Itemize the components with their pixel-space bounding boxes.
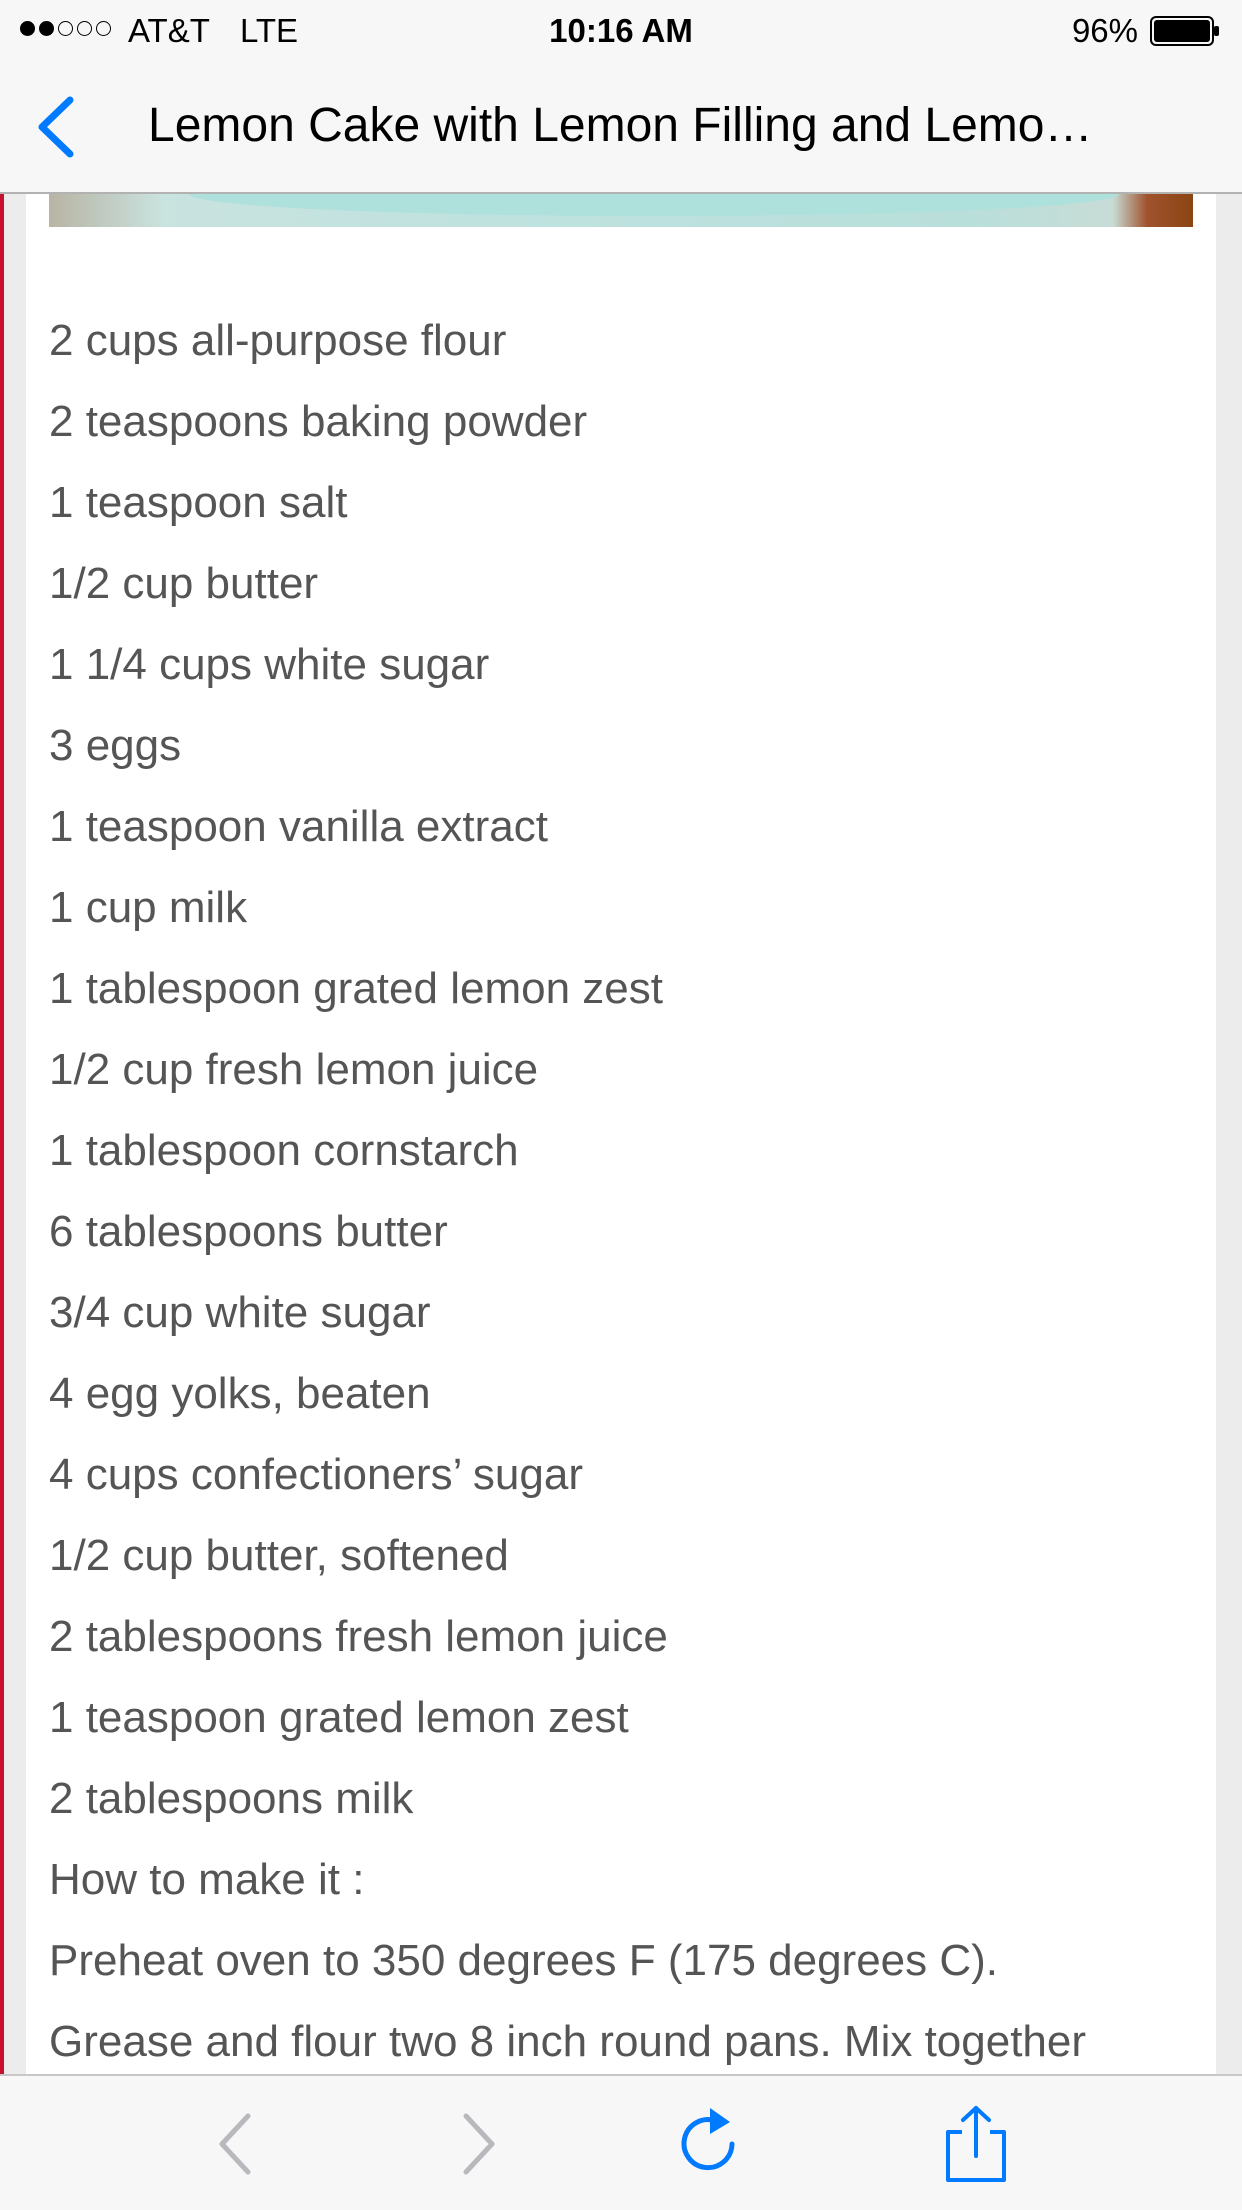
web-content[interactable]: 2 cups all-purpose flour 2 teaspoons bak… [0,194,1242,2074]
page-margin-left [4,194,26,2074]
page-margin-right [1216,194,1242,2074]
ingredient-line: 2 teaspoons baking powder [49,397,588,446]
ingredient-line: 1 teaspoon grated lemon zest [49,1693,629,1742]
page-title: Lemon Cake with Lemon Filling and Lemo… [148,99,1093,152]
chevron-left-icon[interactable] [28,92,88,162]
ingredient-line: 1 teaspoon vanilla extract [49,802,548,851]
ingredient-line: 1/2 cup butter [49,559,319,608]
ingredient-line: 4 cups confectioners’ sugar [49,1450,583,1499]
ingredient-line: 3 eggs [49,721,182,770]
navigation-bar: Lemon Cake with Lemon Filling and Lemo… [0,62,1242,194]
status-time: 10:16 AM [549,12,693,49]
ingredient-line: 2 cups all-purpose flour [49,316,507,365]
ingredient-line: 1 teaspoon salt [49,478,348,527]
ingredient-line: 6 tablespoons butter [49,1207,448,1256]
forward-arrow-icon[interactable] [436,2104,516,2184]
ingredient-line: 1 cup milk [49,883,248,932]
reload-icon[interactable] [670,2104,750,2184]
browser-toolbar [0,2074,1242,2210]
ingredient-line: 1/2 cup fresh lemon juice [49,1045,539,1094]
battery-percentage: 96% [1071,12,1138,49]
back-arrow-icon[interactable] [198,2104,278,2184]
ingredient-line: 1 1/4 cups white sugar [49,640,490,689]
ingredient-line: 3/4 cup white sugar [49,1288,431,1337]
instructions-heading: How to make it : [49,1855,365,1904]
instruction-line: Preheat oven to 350 degrees F (175 degre… [49,1936,999,1985]
share-icon[interactable] [936,2104,1016,2184]
ingredient-line: 1 tablespoon grated lemon zest [49,964,663,1013]
ingredient-line: 1/2 cup butter, softened [49,1531,509,1580]
instruction-line: Grease and flour two 8 inch round pans. … [49,2017,1087,2066]
ingredient-line: 1 tablespoon cornstarch [49,1126,519,1175]
battery-icon [1150,16,1219,46]
status-bar: AT&T LTE 10:16 AM 96% [0,0,1242,62]
ingredient-line: 2 tablespoons milk [49,1774,414,1823]
ingredient-line: 2 tablespoons fresh lemon juice [49,1612,668,1661]
recipe-photo [49,194,1193,227]
cake-plate-edge [189,194,1119,216]
ingredient-line: 4 egg yolks, beaten [49,1369,431,1418]
recipe-text: 2 cups all-purpose flour 2 teaspoons bak… [49,300,1219,2074]
